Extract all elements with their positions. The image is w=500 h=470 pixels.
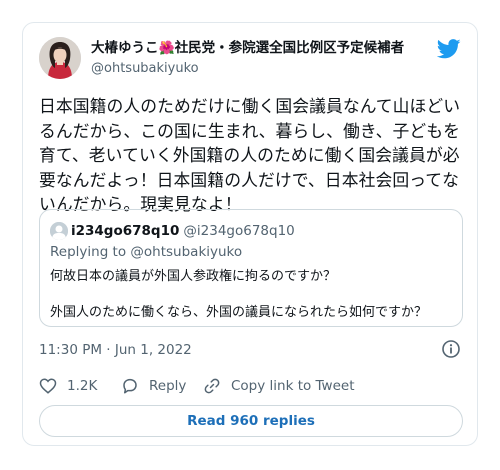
hibiscus-emoji-icon: 🌺	[158, 41, 175, 56]
author-name-suffix: 社民党・参院選全国比例区予定候補者	[174, 40, 405, 56]
action-bar: 1.2K Reply Copy link to Tweet	[39, 375, 461, 397]
author-handle[interactable]: @ohtsubakiyuko	[91, 60, 421, 78]
tweet-body: 日本国籍の人のためだけに働く国会議員なんて山ほどいるんだから、この国に生まれ、暮…	[39, 96, 461, 214]
timestamp-row: 11:30 PM · Jun 1, 2022	[39, 339, 461, 359]
copy-link-button[interactable]: Copy link to Tweet	[203, 375, 355, 397]
author-name-text: 大椿ゆうこ	[91, 40, 159, 56]
author-display-name[interactable]: 大椿ゆうこ🌺社民党・参院選全国比例区予定候補者	[91, 39, 421, 58]
quoted-header: i234go678q10 @i234go678q10	[50, 220, 295, 240]
read-replies-button[interactable]: Read 960 replies	[39, 405, 463, 437]
author-avatar[interactable]	[39, 37, 81, 79]
tweet-card: 大椿ゆうこ🌺社民党・参院選全国比例区予定候補者 @ohtsubakiyuko 日…	[22, 22, 478, 446]
quoted-line-2: 外国人のために働くなら、外国の議員になられたら如何ですか？	[50, 305, 428, 320]
reply-bubble-icon	[123, 378, 137, 394]
tweet-header: 大椿ゆうこ🌺社民党・参院選全国比例区予定候補者 @ohtsubakiyuko	[39, 37, 461, 81]
reply-label: Reply	[149, 378, 187, 394]
replying-to: Replying to @ohtsubakiyuko	[50, 244, 242, 260]
heart-icon	[39, 378, 57, 394]
reply-button[interactable]: Reply	[121, 375, 186, 397]
replying-to-label: Replying to	[50, 244, 131, 260]
quoted-display-name[interactable]: i234go678q10	[71, 223, 179, 239]
quoted-tweet[interactable]: i234go678q10 @i234go678q10 Replying to @o…	[39, 209, 463, 327]
link-icon	[204, 378, 220, 394]
tweet-timestamp[interactable]: 11:30 PM · Jun 1, 2022	[39, 342, 192, 358]
like-count: 1.2K	[67, 378, 98, 394]
info-icon[interactable]	[441, 339, 461, 359]
quoted-handle[interactable]: @i234go678q10	[183, 223, 294, 239]
like-button[interactable]: 1.2K	[39, 375, 97, 397]
author-names: 大椿ゆうこ🌺社民党・参院選全国比例区予定候補者 @ohtsubakiyuko	[91, 39, 421, 78]
copy-link-label: Copy link to Tweet	[231, 378, 355, 394]
quoted-line-1: 何故日本の議員が外国人参政権に拘るのですか？	[50, 269, 337, 284]
twitter-bird-icon[interactable]	[436, 39, 461, 59]
replying-to-mention[interactable]: @ohtsubakiyuko	[130, 244, 242, 260]
quoted-avatar[interactable]	[50, 221, 68, 240]
quoted-body: 何故日本の議員が外国人参政権に拘るのですか？ 外国人のために働くなら、外国の議員…	[50, 268, 454, 340]
